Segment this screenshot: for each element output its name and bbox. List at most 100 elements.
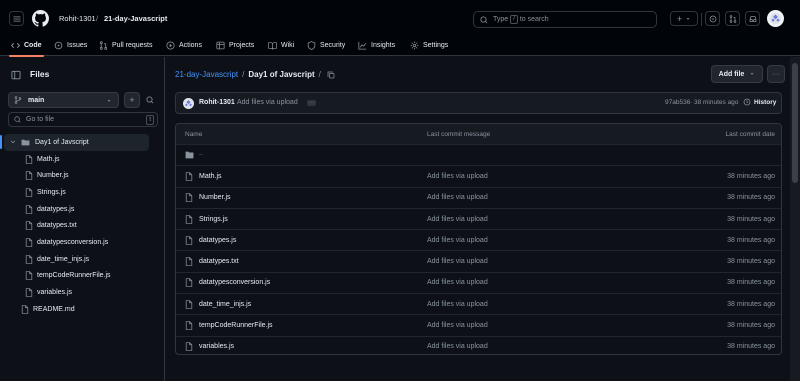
file-name-link[interactable]: date_time_injs.js (199, 301, 251, 308)
issue-opened-icon (709, 15, 716, 22)
commit-message-link[interactable]: Add files via upload (427, 194, 488, 201)
tab-settings[interactable]: Settings (410, 36, 448, 56)
table-row[interactable]: datatypes.js Add files via upload 38 min… (176, 229, 781, 250)
add-file-button[interactable]: Add file (711, 65, 763, 83)
table-row[interactable]: datatypes.txt Add files via upload 38 mi… (176, 250, 781, 271)
commit-hash[interactable]: 97ab536 (665, 99, 690, 106)
tab-insights[interactable]: Insights (358, 36, 395, 56)
copy-path-button[interactable] (327, 71, 335, 79)
commit-message-link[interactable]: Add files via upload (427, 343, 488, 350)
tab-code[interactable]: Code (9, 36, 43, 57)
commit-date: 38 minutes ago (727, 215, 775, 223)
tree-file-item[interactable]: Number.js (0, 167, 164, 184)
go-to-file-input[interactable]: Go to file t (8, 112, 158, 127)
pull-request-icon (729, 14, 736, 23)
breadcrumb-repo-link[interactable]: 21-day-Javascript (175, 70, 238, 79)
file-icon (25, 288, 33, 297)
header-divider (701, 13, 702, 26)
commit-message[interactable]: Add files via upload (237, 99, 298, 106)
inbox-button[interactable] (745, 11, 760, 26)
commit-message-link[interactable]: Add files via upload (427, 173, 488, 180)
commit-message-link[interactable]: Add files via upload (427, 216, 488, 223)
file-name-link[interactable]: datatypes.txt (199, 258, 239, 265)
avatar[interactable] (767, 10, 784, 27)
history-button[interactable]: History (743, 98, 776, 106)
tab-projects[interactable]: Projects (216, 36, 254, 56)
owner-link[interactable]: Rohit-1301 (59, 14, 96, 23)
tree-file-item[interactable]: README.md (0, 301, 164, 318)
file-icon (185, 257, 193, 266)
file-icon (25, 154, 33, 164)
file-tree-sidebar: Files main + Go to file t Day1 of Javscr… (0, 57, 165, 381)
file-name-link[interactable]: Strings.js (199, 216, 228, 223)
commit-details-toggle[interactable]: ··· (307, 100, 316, 106)
tree-file-item[interactable]: datatypes.txt (0, 217, 164, 234)
file-name-link[interactable]: variables.js (199, 343, 234, 350)
tab-pull-requests[interactable]: Pull requests (99, 36, 152, 56)
branch-selector[interactable]: main (8, 92, 119, 108)
table-row[interactable]: datatypesconversion.js Add files via upl… (176, 271, 781, 293)
inbox-icon (749, 15, 756, 22)
table-row[interactable]: tempCodeRunnerFile.js Add files via uplo… (176, 314, 781, 335)
file-table: Name Last commit message Last commit dat… (175, 123, 782, 355)
create-new-button[interactable]: + (670, 11, 698, 26)
table-row[interactable]: Number.js Add files via upload 38 minute… (176, 186, 781, 208)
file-name-link[interactable]: Math.js (199, 173, 222, 180)
tab-wiki[interactable]: Wiki (268, 36, 294, 56)
page-scrollbar[interactable] (790, 57, 800, 381)
commit-message-link[interactable]: Add files via upload (427, 279, 488, 286)
tree-file-label: README.md (33, 305, 75, 313)
collapse-sidebar-button[interactable] (8, 67, 23, 82)
table-row[interactable]: Strings.js Add files via upload 38 minut… (176, 207, 781, 229)
file-icon (185, 278, 193, 288)
breadcrumb-separator: / (242, 70, 245, 79)
github-logo[interactable] (32, 10, 49, 27)
tree-file-item[interactable]: datatypes.js (0, 201, 164, 218)
table-row[interactable]: Math.js Add files via upload 38 minutes … (176, 165, 781, 186)
repo-link[interactable]: 21-day-Javascript (104, 14, 167, 23)
tab-actions[interactable]: Actions (166, 36, 202, 56)
commit-message-link[interactable]: Add files via upload (427, 322, 488, 329)
tree-folder-item[interactable]: Day1 of Javscript (0, 134, 149, 151)
search-files-button[interactable] (142, 92, 158, 108)
file-icon (25, 221, 33, 231)
tree-file-item[interactable]: Math.js (0, 151, 164, 168)
author-avatar[interactable] (183, 98, 194, 109)
file-icon (25, 238, 33, 247)
commit-message-link[interactable]: Add files via upload (427, 301, 488, 308)
file-name-link[interactable]: Number.js (199, 194, 231, 201)
commit-message-link[interactable]: Add files via upload (427, 237, 488, 244)
shield-icon (307, 41, 316, 50)
add-file-sidebar-button[interactable]: + (124, 92, 140, 108)
file-name-link[interactable]: datatypesconversion.js (199, 279, 270, 286)
search-input[interactable]: Type / to search (473, 11, 657, 28)
tab-security[interactable]: Security (307, 36, 345, 56)
branch-icon (14, 96, 22, 104)
tree-file-item[interactable]: datatypesconversion.js (0, 234, 164, 251)
tab-issues[interactable]: Issues (54, 36, 87, 56)
file-icon (185, 299, 193, 309)
tree-file-item[interactable]: tempCodeRunnerFile.js (0, 268, 164, 285)
commit-message-link[interactable]: Add files via upload (427, 258, 488, 265)
go-to-file-placeholder: Go to file (26, 116, 55, 123)
tab-security-label: Security (320, 42, 346, 49)
table-row[interactable]: variables.js Add files via upload 38 min… (176, 335, 781, 354)
file-name-link[interactable]: tempCodeRunnerFile.js (199, 322, 273, 329)
latest-commit-bar: Rohit-1301 Add files via upload ··· 97ab… (175, 92, 782, 114)
file-name-link[interactable]: datatypes.js (199, 237, 236, 244)
breadcrumb: 21-day-Javascript / Day1 of Javscript / (175, 70, 335, 79)
file-icon (185, 193, 193, 203)
tree-file-item[interactable]: date_time_injs.js (0, 251, 164, 268)
tree-file-item[interactable]: Strings.js (0, 184, 164, 201)
tree-file-label: variables.js (37, 289, 73, 297)
table-row[interactable]: date_time_injs.js Add files via upload 3… (176, 293, 781, 314)
commit-author[interactable]: Rohit-1301 (199, 99, 235, 106)
pull-requests-button[interactable] (725, 11, 740, 26)
tree-file-item[interactable]: variables.js (0, 284, 164, 301)
more-options-button[interactable]: ··· (767, 65, 785, 83)
scrollbar-thumb[interactable] (792, 63, 798, 183)
menu-button[interactable] (9, 11, 24, 26)
chevron-down-icon (10, 140, 16, 144)
issues-button[interactable] (705, 11, 720, 26)
parent-directory-row[interactable]: .. (176, 144, 781, 165)
